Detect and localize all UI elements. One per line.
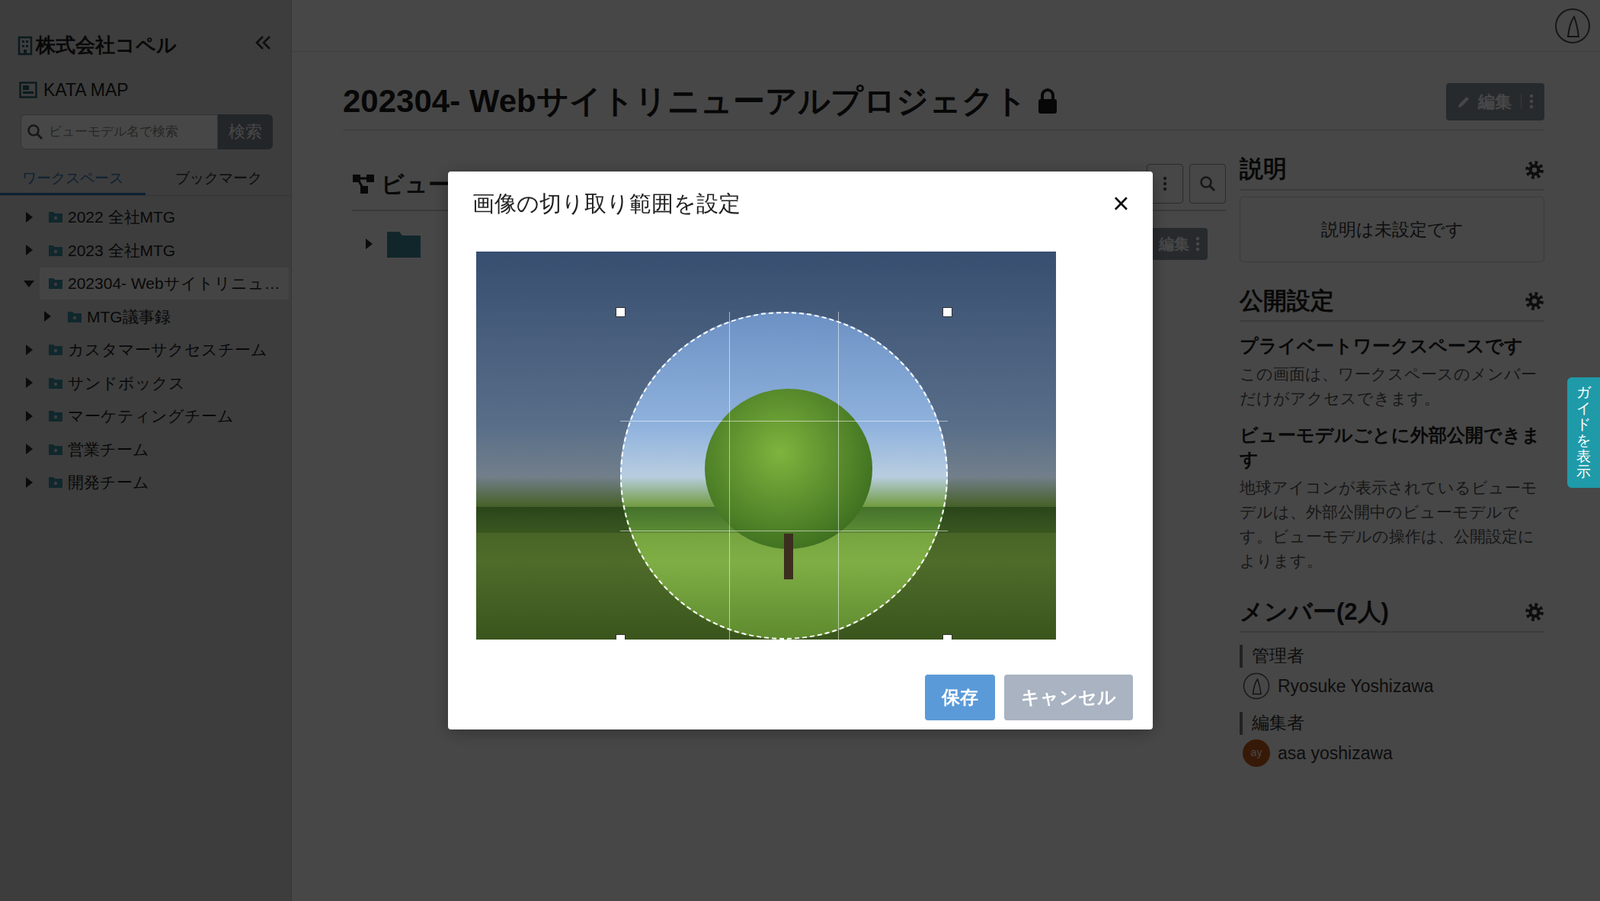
dialog-body [448, 218, 1153, 640]
grid-line [729, 311, 730, 640]
crop-dialog: 画像の切り取り範囲を設定 × 保存キャンセル [448, 171, 1153, 730]
resize-handle[interactable] [615, 307, 626, 317]
grid-line [838, 311, 839, 640]
close-button[interactable]: × [1109, 188, 1133, 218]
resize-handle[interactable] [942, 633, 953, 640]
crop-area[interactable] [620, 311, 948, 640]
modal-backdrop: 画像の切り取り範囲を設定 × 保存キャンセル [0, 0, 1600, 901]
guide-label[interactable]: ガイドを表示 [1576, 384, 1591, 480]
dialog-header: 画像の切り取り範囲を設定 × [448, 171, 1153, 219]
crop-circle[interactable] [620, 311, 948, 640]
tree-trunk [784, 533, 794, 580]
resize-handle[interactable] [615, 633, 626, 640]
cancel-button[interactable]: キャンセル [1004, 674, 1133, 720]
grid-line [620, 420, 948, 422]
resize-handle[interactable] [942, 307, 953, 317]
dialog-footer: 保存キャンセル [448, 639, 1153, 730]
save-button[interactable]: 保存 [924, 674, 996, 720]
grid-line [620, 530, 948, 532]
image-preview[interactable] [476, 251, 1056, 640]
dialog-title: 画像の切り取り範囲を設定 [472, 188, 741, 219]
guide-tab[interactable]: ガイドを表示 [1567, 377, 1600, 488]
